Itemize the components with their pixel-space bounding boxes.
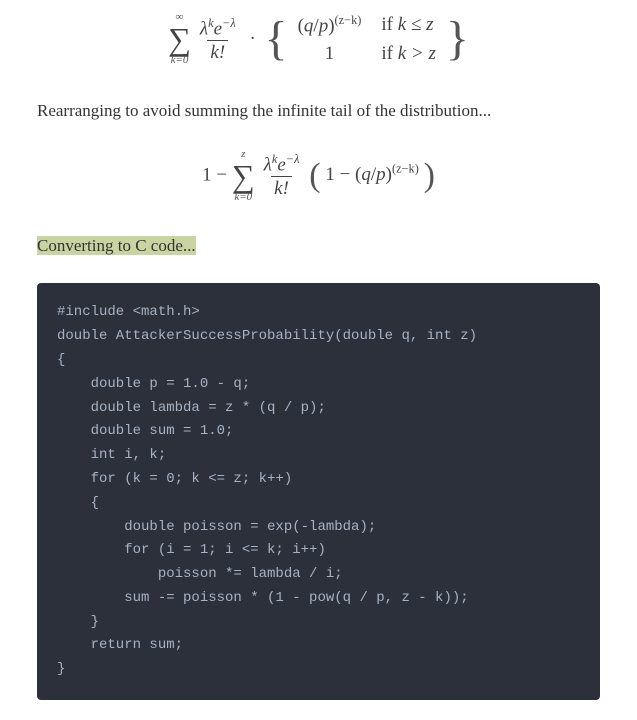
- summation-symbol-2: z ∑ k=0: [232, 149, 255, 203]
- sigma-icon-2: ∑: [232, 160, 255, 192]
- highlighted-text: Converting to C code...: [37, 236, 196, 255]
- sigma-icon: ∑: [168, 23, 191, 55]
- formula-sum-cases: ∞ ∑ k=0 λke−λ k! · { (q/p)(z−k): [37, 10, 600, 68]
- left-paren-icon: (: [309, 157, 320, 194]
- fraction-denominator: k!: [207, 40, 228, 62]
- case-1-condition: if k ≤ z: [371, 10, 446, 40]
- summation-symbol: ∞ ∑ k=0: [168, 12, 191, 66]
- dot-operator: ·: [245, 28, 259, 49]
- cases-expression: { (q/p)(z−k) if k ≤ z 1: [265, 10, 469, 68]
- fraction-2: λke−λ k!: [261, 153, 303, 198]
- case-row-1: (q/p)(z−k) if k ≤ z: [288, 10, 446, 40]
- paragraph-converting: Converting to C code...: [37, 233, 600, 259]
- code-content: #include <math.h> double AttackerSuccess…: [57, 301, 580, 682]
- sum-lower-limit: k=0: [171, 55, 189, 66]
- sum2-lower-limit: k=0: [234, 192, 252, 203]
- case-2-condition: if k > z: [371, 40, 446, 68]
- case-2-value: 1: [288, 40, 372, 68]
- formula-rearranged: 1 − z ∑ k=0 λke−λ k! ( 1 − (q/p)(z−k) ): [37, 149, 600, 203]
- fraction-2-denominator: k!: [271, 176, 292, 198]
- right-paren-icon: ): [424, 157, 435, 194]
- case-1-value: (q/p)(z−k): [288, 10, 372, 40]
- code-block: #include <math.h> double AttackerSuccess…: [37, 283, 600, 700]
- fraction-numerator: λke−λ: [197, 17, 239, 40]
- inner-expression: 1 − (q/p)(z−k): [325, 164, 423, 185]
- one-minus: 1 −: [202, 164, 232, 185]
- fraction-2-numerator: λke−λ: [261, 153, 303, 176]
- fraction: λke−λ k!: [197, 17, 239, 62]
- case-row-2: 1 if k > z: [288, 40, 446, 68]
- paragraph-rearranging: Rearranging to avoid summing the infinit…: [37, 98, 600, 124]
